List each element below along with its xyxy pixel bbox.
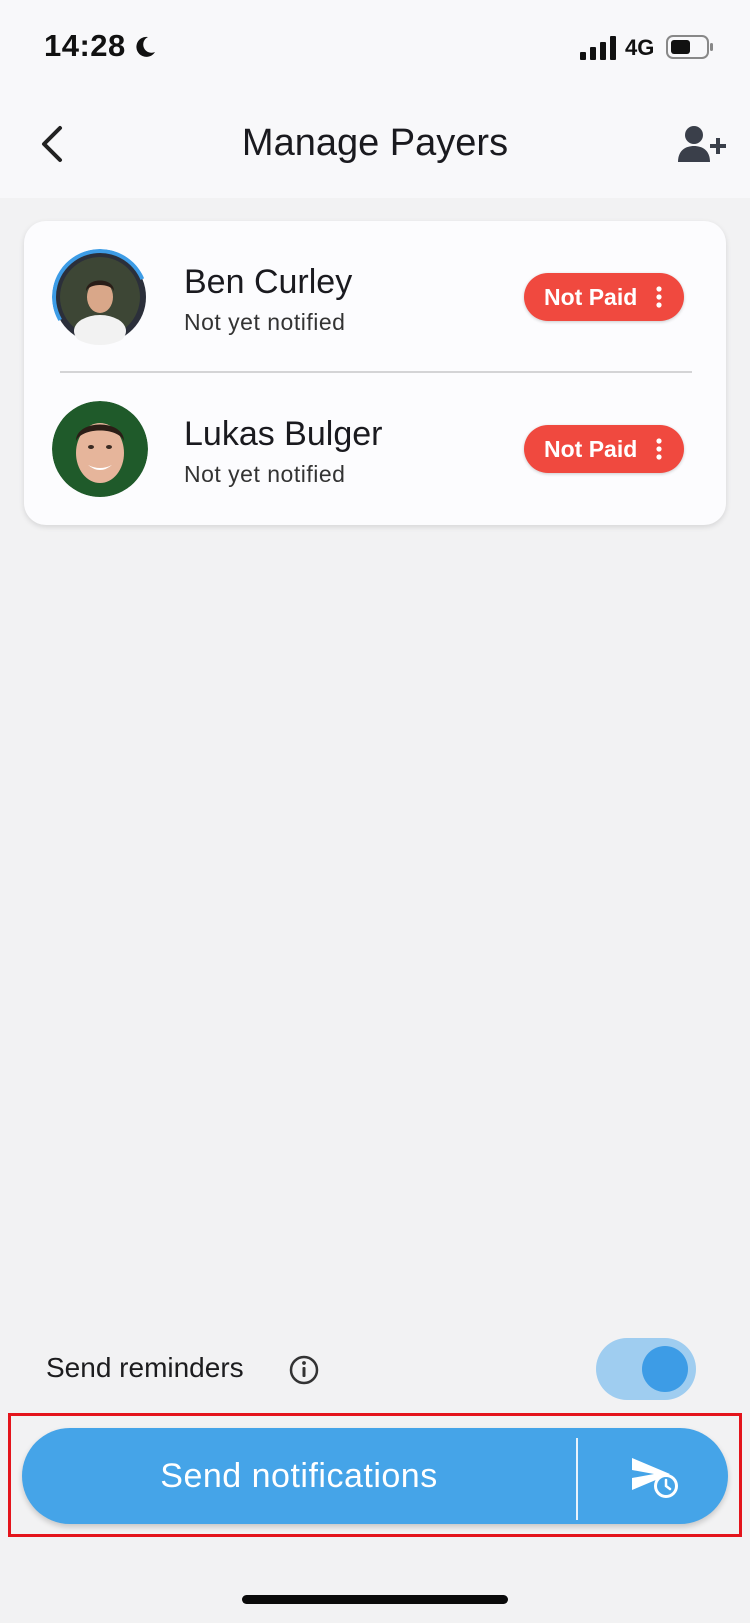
schedule-send-button[interactable] xyxy=(578,1428,728,1524)
info-icon[interactable] xyxy=(288,1354,320,1386)
send-reminders-label: Send reminders xyxy=(46,1352,244,1383)
badge-label: Not Paid xyxy=(544,283,638,310)
network-label: 4G xyxy=(625,35,655,60)
payer-name: Ben Curley xyxy=(184,263,353,301)
more-vertical-icon xyxy=(656,438,662,460)
payer-status: Not yet notified xyxy=(184,461,346,487)
moon-icon xyxy=(136,36,155,57)
payers-card: Ben Curley Not yet notified Not Paid Luk… xyxy=(24,221,726,525)
badge-label: Not Paid xyxy=(544,435,638,462)
avatar xyxy=(52,401,148,497)
home-indicator xyxy=(242,1595,508,1604)
send-notifications-label: Send notifications xyxy=(160,1457,438,1495)
payment-status-badge[interactable]: Not Paid xyxy=(524,425,684,473)
avatar xyxy=(52,249,148,345)
send-reminders-toggle[interactable] xyxy=(596,1338,696,1400)
payer-name: Lukas Bulger xyxy=(184,415,383,453)
add-user-icon[interactable] xyxy=(676,124,728,164)
toggle-knob xyxy=(642,1346,688,1392)
payment-status-badge[interactable]: Not Paid xyxy=(524,273,684,321)
payer-row[interactable]: Ben Curley Not yet notified Not Paid xyxy=(24,221,726,373)
nav-bar: Manage Payers xyxy=(0,100,750,198)
schedule-send-icon xyxy=(632,1458,678,1498)
status-time: 14:28 xyxy=(44,28,126,63)
send-notifications-button[interactable]: Send notifications xyxy=(22,1428,728,1524)
page-title: Manage Payers xyxy=(241,122,509,164)
payer-status: Not yet notified xyxy=(184,309,346,335)
battery-icon xyxy=(666,35,713,59)
more-vertical-icon xyxy=(656,286,662,308)
signal-icon xyxy=(580,36,616,60)
payer-row[interactable]: Lukas Bulger Not yet notified Not Paid xyxy=(24,373,726,525)
status-bar: 14:28 4G xyxy=(0,0,750,100)
